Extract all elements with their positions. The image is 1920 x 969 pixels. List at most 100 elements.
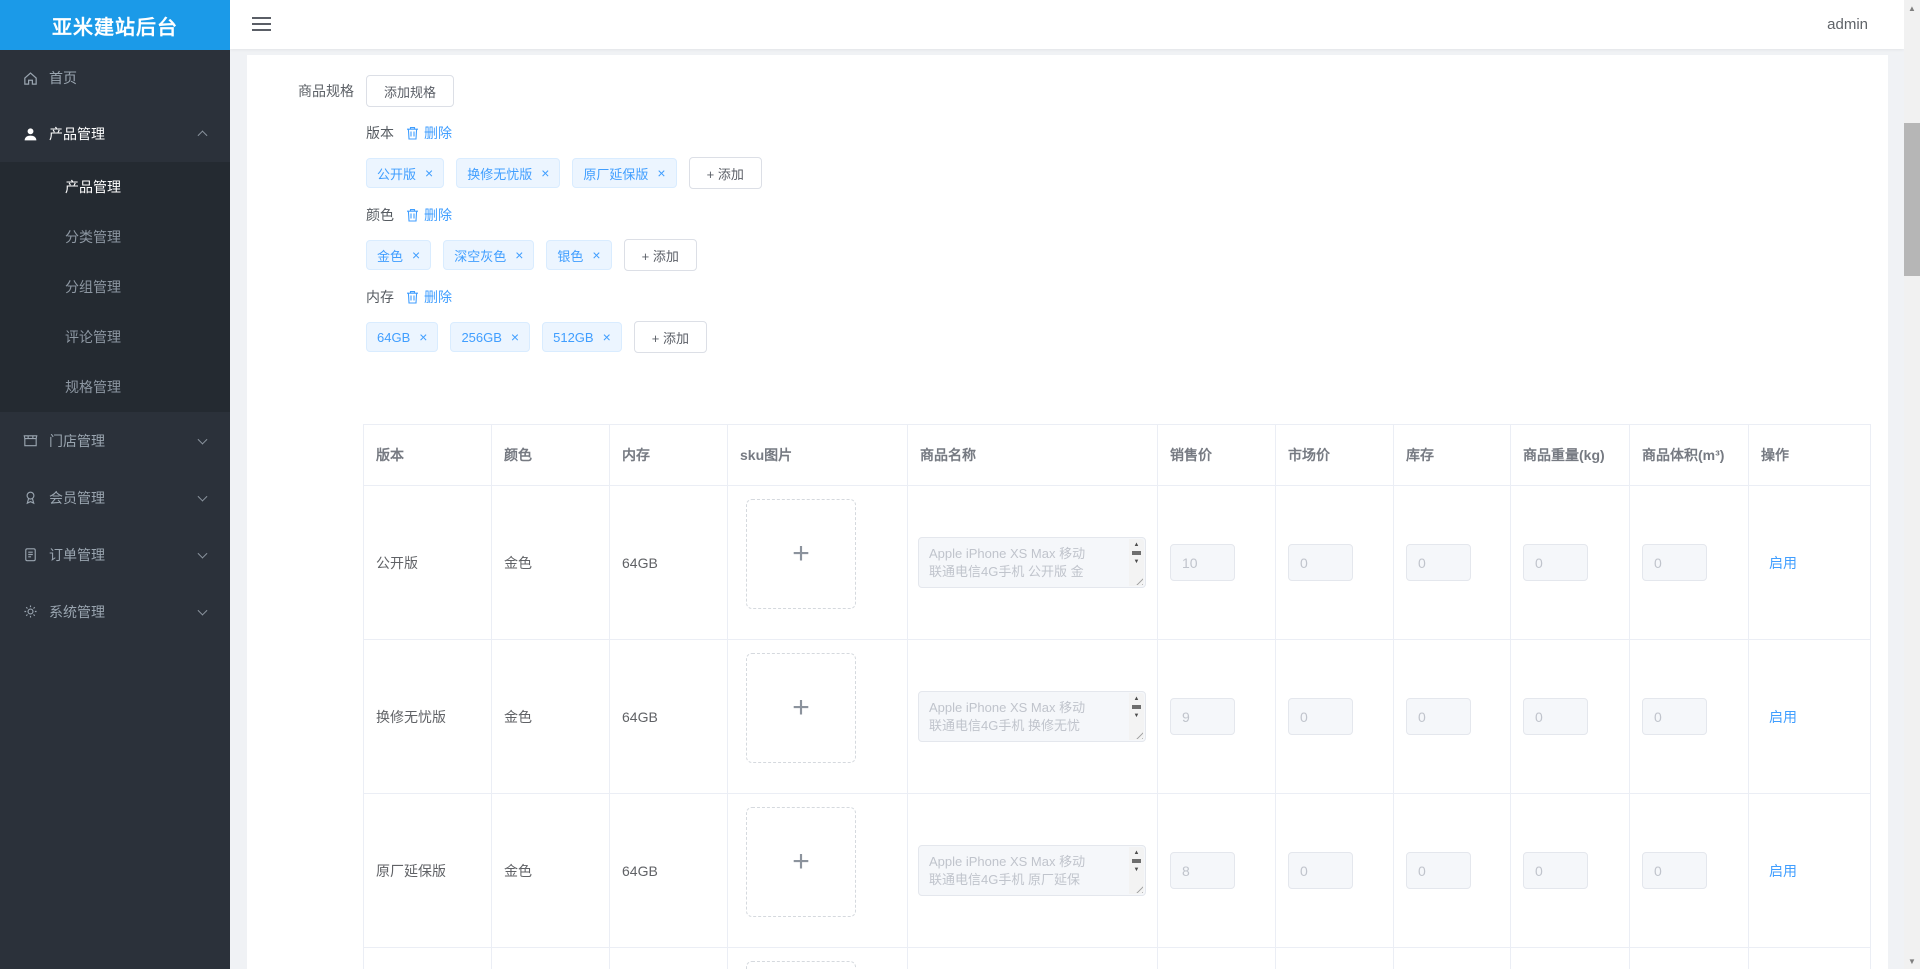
- close-icon[interactable]: ×: [515, 248, 523, 262]
- sidebar-item-order-management[interactable]: 订单管理: [0, 526, 230, 583]
- cell-memory: [610, 948, 728, 969]
- sidebar-item-system-management[interactable]: 系统管理: [0, 583, 230, 640]
- close-icon[interactable]: ×: [511, 330, 519, 344]
- volume-input[interactable]: [1642, 698, 1707, 735]
- sale-price-input[interactable]: [1170, 852, 1235, 889]
- weight-input[interactable]: [1523, 698, 1588, 735]
- sidebar-item-member-management[interactable]: 会员管理: [0, 469, 230, 526]
- scroll-down-icon[interactable]: ▼: [1134, 864, 1140, 875]
- weight-input[interactable]: [1523, 544, 1588, 581]
- upload-image-button[interactable]: +: [746, 499, 856, 609]
- sidebar-item-label: 会员管理: [49, 489, 105, 506]
- sidebar-item-label: 门店管理: [49, 432, 105, 449]
- tag-label: 256GB: [461, 329, 502, 345]
- upload-image-button[interactable]: +: [746, 961, 856, 969]
- delete-group-link[interactable]: 删除: [406, 123, 452, 143]
- table-row: 换修无忧版 金色 64GB + Apple iPhone XS Max 移动 联…: [364, 640, 1870, 794]
- volume-input[interactable]: [1642, 852, 1707, 889]
- table-header-row: 版本 颜色 内存 sku图片 商品名称 销售价 市场价 库存 商品重量(kg) …: [364, 425, 1870, 486]
- scroll-up-icon[interactable]: ▲: [1134, 847, 1140, 858]
- cell-color: [492, 948, 610, 969]
- stock-input[interactable]: [1406, 698, 1471, 735]
- product-name-textarea[interactable]: Apple iPhone XS Max 移动 联通电信4G手机 换修无忧 ▲ ▼: [918, 691, 1146, 742]
- scroll-down-icon[interactable]: ▼: [1134, 710, 1140, 721]
- tag-label: 换修无忧版: [467, 166, 533, 182]
- stock-input[interactable]: [1406, 544, 1471, 581]
- close-icon[interactable]: ×: [419, 330, 427, 344]
- delete-group-link[interactable]: 删除: [406, 205, 452, 225]
- market-price-input[interactable]: [1288, 698, 1353, 735]
- sale-price-input[interactable]: [1170, 698, 1235, 735]
- hamburger-menu-button[interactable]: [252, 17, 271, 32]
- close-icon[interactable]: ×: [541, 166, 549, 180]
- cell-version: [364, 948, 492, 969]
- weight-input[interactable]: [1523, 852, 1588, 889]
- upload-image-button[interactable]: +: [746, 653, 856, 763]
- sidebar-subitem-label: 分类管理: [65, 229, 121, 245]
- market-price-input[interactable]: [1288, 544, 1353, 581]
- cell-color: 金色: [492, 794, 610, 948]
- cell-product-name: Apple iPhone XS Max 移动 联通电信4G手机 换修无忧 ▲ ▼: [908, 640, 1158, 794]
- scroll-down-icon[interactable]: ▼: [1904, 953, 1920, 969]
- cell-stock: [1394, 486, 1511, 640]
- chevron-down-icon: [197, 434, 208, 445]
- volume-input[interactable]: [1642, 544, 1707, 581]
- plus-icon: +: [792, 537, 810, 570]
- column-header: 操作: [1749, 425, 1870, 486]
- add-tag-button[interactable]: + 添加: [623, 239, 697, 271]
- stock-input[interactable]: [1406, 852, 1471, 889]
- close-icon[interactable]: ×: [425, 166, 433, 180]
- close-icon[interactable]: ×: [603, 330, 611, 344]
- sidebar-item-home[interactable]: 首页: [0, 50, 230, 106]
- product-name-textarea[interactable]: Apple iPhone XS Max 移动 联通电信4G手机 原厂延保 ▲ ▼: [918, 845, 1146, 896]
- add-tag-button[interactable]: + 添加: [633, 321, 707, 353]
- enable-link[interactable]: 启用: [1769, 553, 1797, 573]
- close-icon[interactable]: ×: [657, 166, 665, 180]
- chevron-down-icon: [197, 605, 208, 616]
- cell-version: 公开版: [364, 486, 492, 640]
- delete-group-link[interactable]: 删除: [406, 287, 452, 307]
- add-spec-button[interactable]: 添加规格: [366, 75, 455, 107]
- user-menu[interactable]: admin: [1827, 0, 1868, 49]
- page-scrollbar-thumb[interactable]: [1904, 123, 1920, 276]
- scroll-up-icon[interactable]: ▲: [1134, 539, 1140, 550]
- sidebar-item-label: 首页: [49, 70, 77, 86]
- enable-link[interactable]: 启用: [1769, 707, 1797, 727]
- sidebar-item-label: 系统管理: [49, 603, 105, 620]
- market-price-input[interactable]: [1288, 852, 1353, 889]
- cell-stock: [1394, 640, 1511, 794]
- cell-action: 启用: [1749, 486, 1870, 640]
- cell-sale-price: [1158, 486, 1276, 640]
- sale-price-input[interactable]: [1170, 544, 1235, 581]
- cell-sku-image: +: [728, 486, 908, 640]
- sidebar-item-store-management[interactable]: 门店管理: [0, 412, 230, 469]
- sidebar-item-product-management[interactable]: 产品管理: [0, 106, 230, 162]
- trash-icon: [407, 127, 418, 140]
- scroll-down-icon[interactable]: ▼: [1134, 556, 1140, 567]
- spec-tag: 512GB ×: [542, 322, 622, 352]
- sidebar-subitem-spec-management[interactable]: 规格管理: [0, 362, 230, 412]
- cell-sale-price: [1158, 794, 1276, 948]
- sidebar-subitem-group-management[interactable]: 分组管理: [0, 262, 230, 312]
- cell-market-price: [1276, 486, 1394, 640]
- cell-weight: [1511, 948, 1630, 969]
- scroll-up-icon[interactable]: ▲: [1904, 0, 1920, 16]
- sidebar-subitem-category-management[interactable]: 分类管理: [0, 212, 230, 262]
- page-scrollbar[interactable]: ▲ ▼: [1904, 0, 1920, 969]
- sidebar-subitem-comment-management[interactable]: 评论管理: [0, 312, 230, 362]
- tag-label: 64GB: [377, 329, 411, 345]
- close-icon[interactable]: ×: [412, 248, 420, 262]
- enable-link[interactable]: 启用: [1769, 861, 1797, 881]
- close-icon[interactable]: ×: [592, 248, 600, 262]
- column-header: 市场价: [1276, 425, 1394, 486]
- scroll-up-icon[interactable]: ▲: [1134, 693, 1140, 704]
- table-row: 公开版 金色 64GB + Apple iPhone XS Max 移动 联通电…: [364, 486, 1870, 640]
- add-tag-button[interactable]: + 添加: [688, 157, 762, 189]
- upload-image-button[interactable]: +: [746, 807, 856, 917]
- trash-icon: [407, 291, 418, 304]
- spec-group-name: 版本: [366, 125, 394, 141]
- product-name-textarea[interactable]: Apple iPhone XS Max 移动 联通电信4G手机 公开版 金 ▲ …: [918, 537, 1146, 588]
- delete-label: 删除: [424, 207, 452, 223]
- sidebar-subitem-product-management[interactable]: 产品管理: [0, 162, 230, 212]
- spec-tag: 深空灰色 ×: [443, 240, 535, 270]
